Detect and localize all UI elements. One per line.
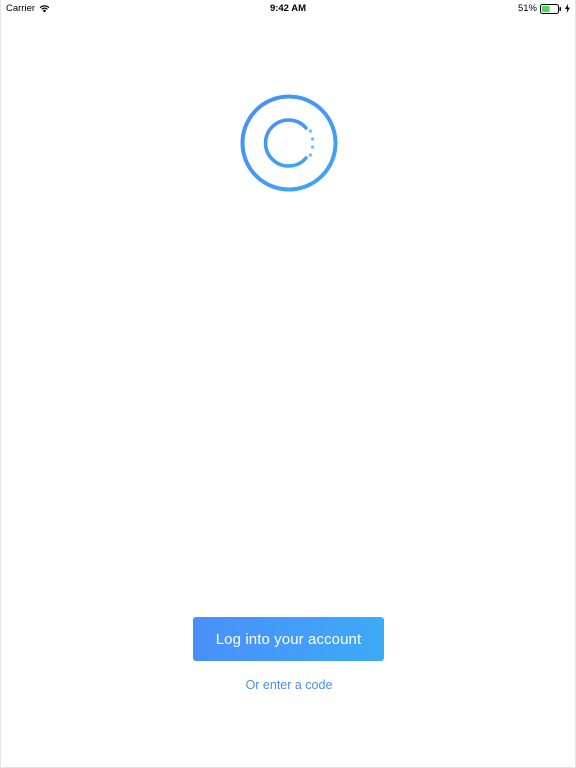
status-right: 51% [518,3,570,14]
logo-dot [308,129,313,133]
logo-dot [310,137,315,141]
status-bar: Carrier 9:42 AM 51% [1,0,575,16]
logo-inner-arc [263,118,308,168]
battery-icon [540,3,562,14]
battery-fill [542,5,550,12]
logo-outer-ring [240,94,338,192]
app-screen: Carrier 9:42 AM 51% Log into your accoun… [0,0,576,768]
status-time: 9:42 AM [269,3,307,14]
app-logo-icon [240,94,338,192]
enter-code-link[interactable]: Or enter a code [1,678,576,692]
login-button[interactable]: Log into your account [193,617,384,661]
battery-percent: 51% [517,3,537,14]
charging-bolt-icon [565,4,570,13]
logo-dot [308,153,313,157]
logo-dot [310,145,315,149]
